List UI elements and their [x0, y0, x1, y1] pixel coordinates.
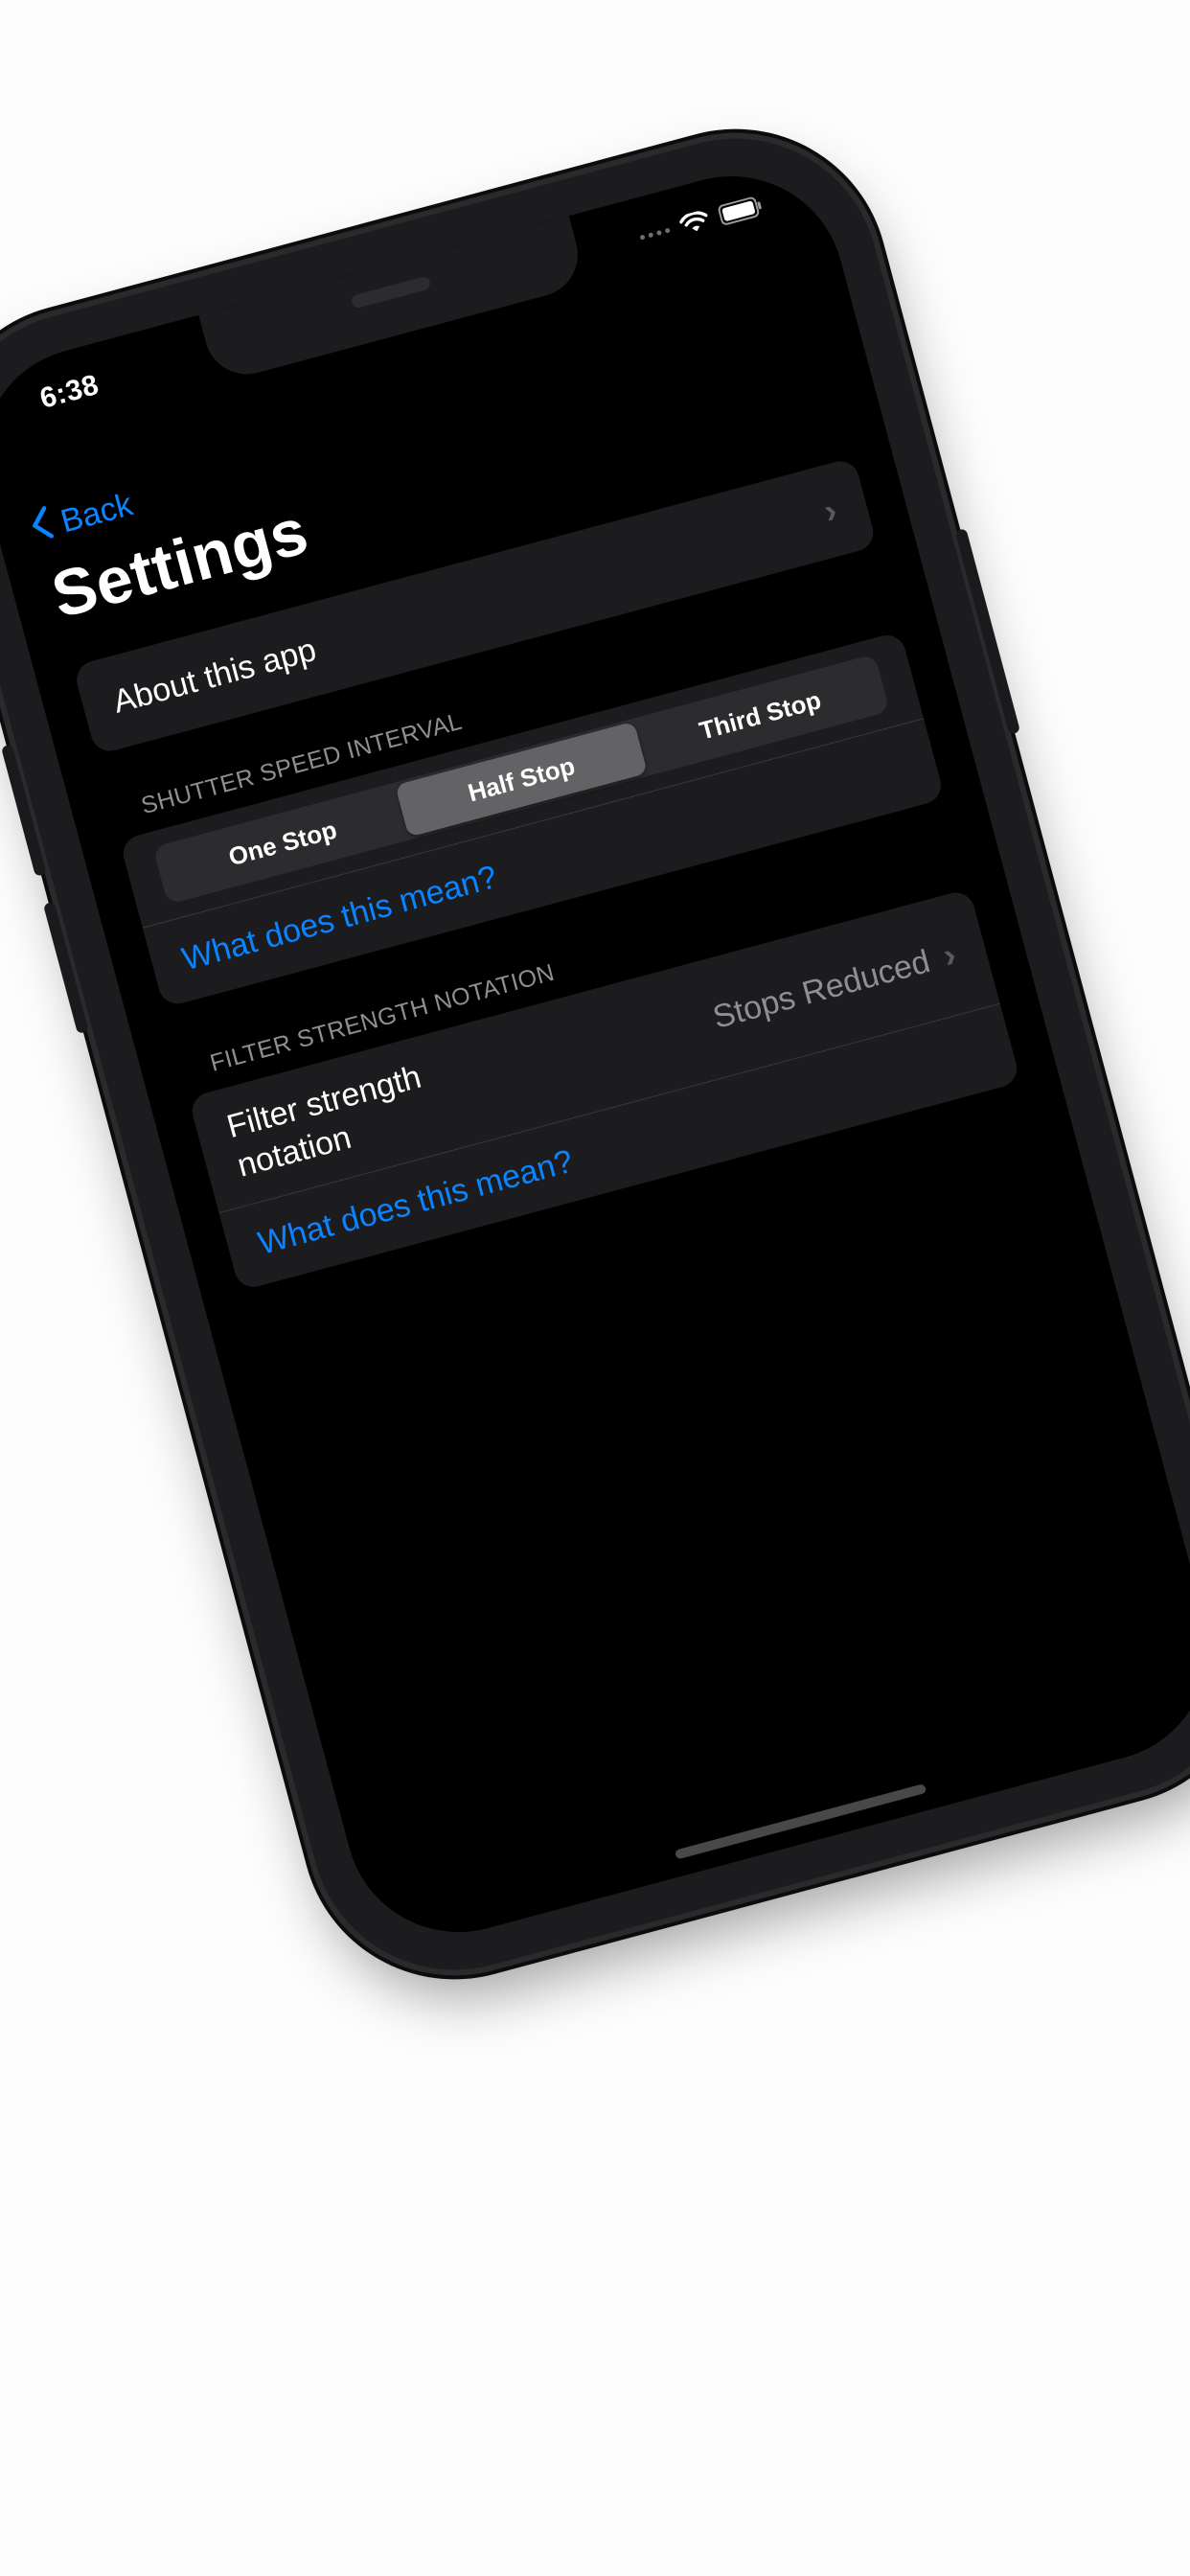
filter-strength-value: Stops Reduced [709, 942, 934, 1036]
phone-device-frame: 6:38 Back Settings About this app › SHUT… [0, 105, 1190, 2003]
stage: 6:38 Back Settings About this app › SHUT… [0, 0, 1190, 2576]
home-indicator[interactable] [674, 1782, 927, 1860]
back-label: Back [57, 486, 137, 540]
phone-screen: 6:38 Back Settings About this app › SHUT… [0, 150, 1190, 1958]
chevron-right-icon: › [819, 490, 841, 531]
side-button [954, 528, 1021, 735]
volume-up-button [0, 744, 47, 877]
chevron-right-icon: › [938, 933, 960, 976]
wifi-icon [678, 209, 712, 237]
earpiece-speaker [350, 275, 432, 310]
filter-strength-value-group: Stops Reduced › [709, 934, 960, 1038]
status-time: 6:38 [36, 368, 103, 415]
status-icons [637, 195, 765, 247]
about-this-app-label: About this app [108, 631, 320, 721]
volume-down-button [42, 901, 89, 1035]
notch [198, 216, 587, 384]
cellular-signal-icon [639, 227, 671, 241]
chevron-left-icon [27, 504, 58, 551]
battery-icon [717, 195, 765, 226]
